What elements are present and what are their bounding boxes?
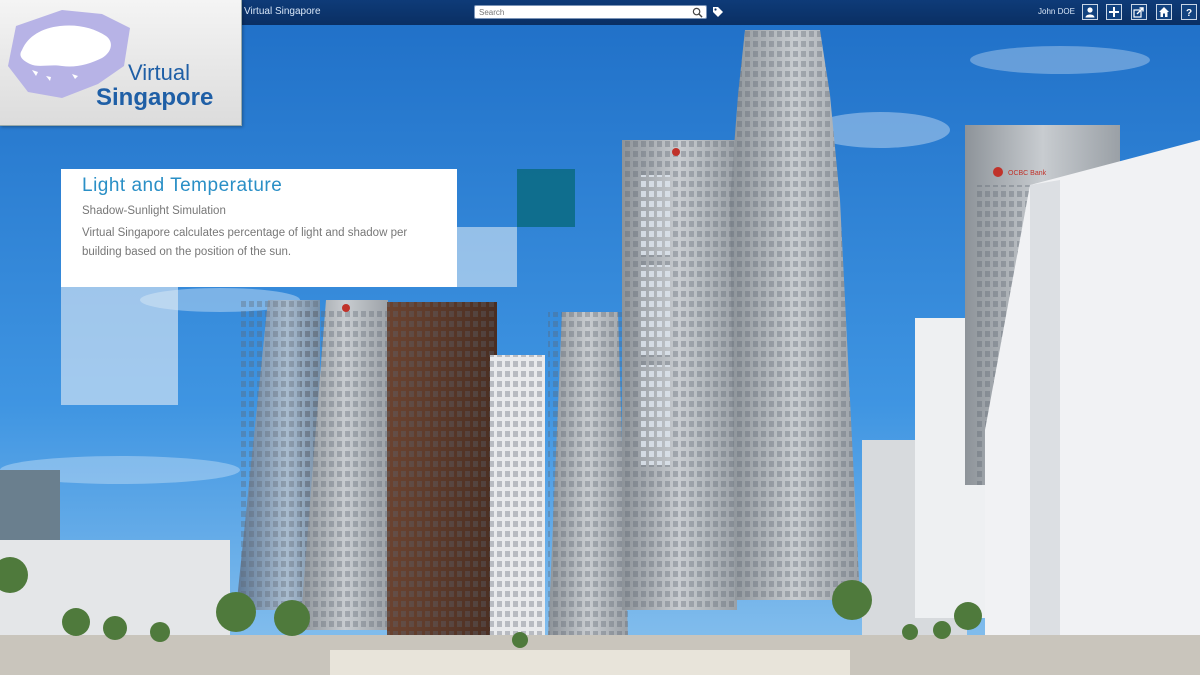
user-icon xyxy=(1085,7,1095,18)
app-title[interactable]: Virtual Singapore xyxy=(244,6,321,17)
ocbc-sign: OCBC Bank xyxy=(1008,170,1047,177)
decorative-square-teal xyxy=(517,169,575,227)
user-name[interactable]: John DOE xyxy=(1038,7,1075,16)
help-icon: ? xyxy=(1186,8,1192,18)
search-input[interactable] xyxy=(479,6,684,18)
home-button[interactable] xyxy=(1156,4,1172,20)
logo-text-virtual: Virtual xyxy=(128,60,190,85)
info-body: Virtual Singapore calculates percentage … xyxy=(82,227,408,258)
svg-text:?: ? xyxy=(1186,8,1192,18)
plus-icon xyxy=(1109,7,1119,17)
add-button[interactable] xyxy=(1106,4,1122,20)
info-panel: Light and Temperature Shadow-Sunlight Si… xyxy=(61,169,457,287)
user-profile-button[interactable] xyxy=(1082,4,1098,20)
info-title: Light and Temperature xyxy=(82,175,283,196)
tag-icon[interactable] xyxy=(712,6,724,18)
search-icon[interactable] xyxy=(692,7,703,18)
share-button[interactable] xyxy=(1131,4,1147,20)
decorative-square-large xyxy=(61,287,178,405)
info-subtitle: Shadow-Sunlight Simulation xyxy=(82,205,226,217)
help-button[interactable]: ? xyxy=(1181,4,1197,20)
share-icon xyxy=(1133,7,1144,18)
decorative-square-light xyxy=(457,227,517,287)
home-icon xyxy=(1159,7,1169,17)
logo-text-singapore: Singapore xyxy=(96,84,214,111)
virtual-singapore-logo[interactable]: Virtual Singapore xyxy=(0,0,242,126)
search-box[interactable] xyxy=(474,5,707,19)
